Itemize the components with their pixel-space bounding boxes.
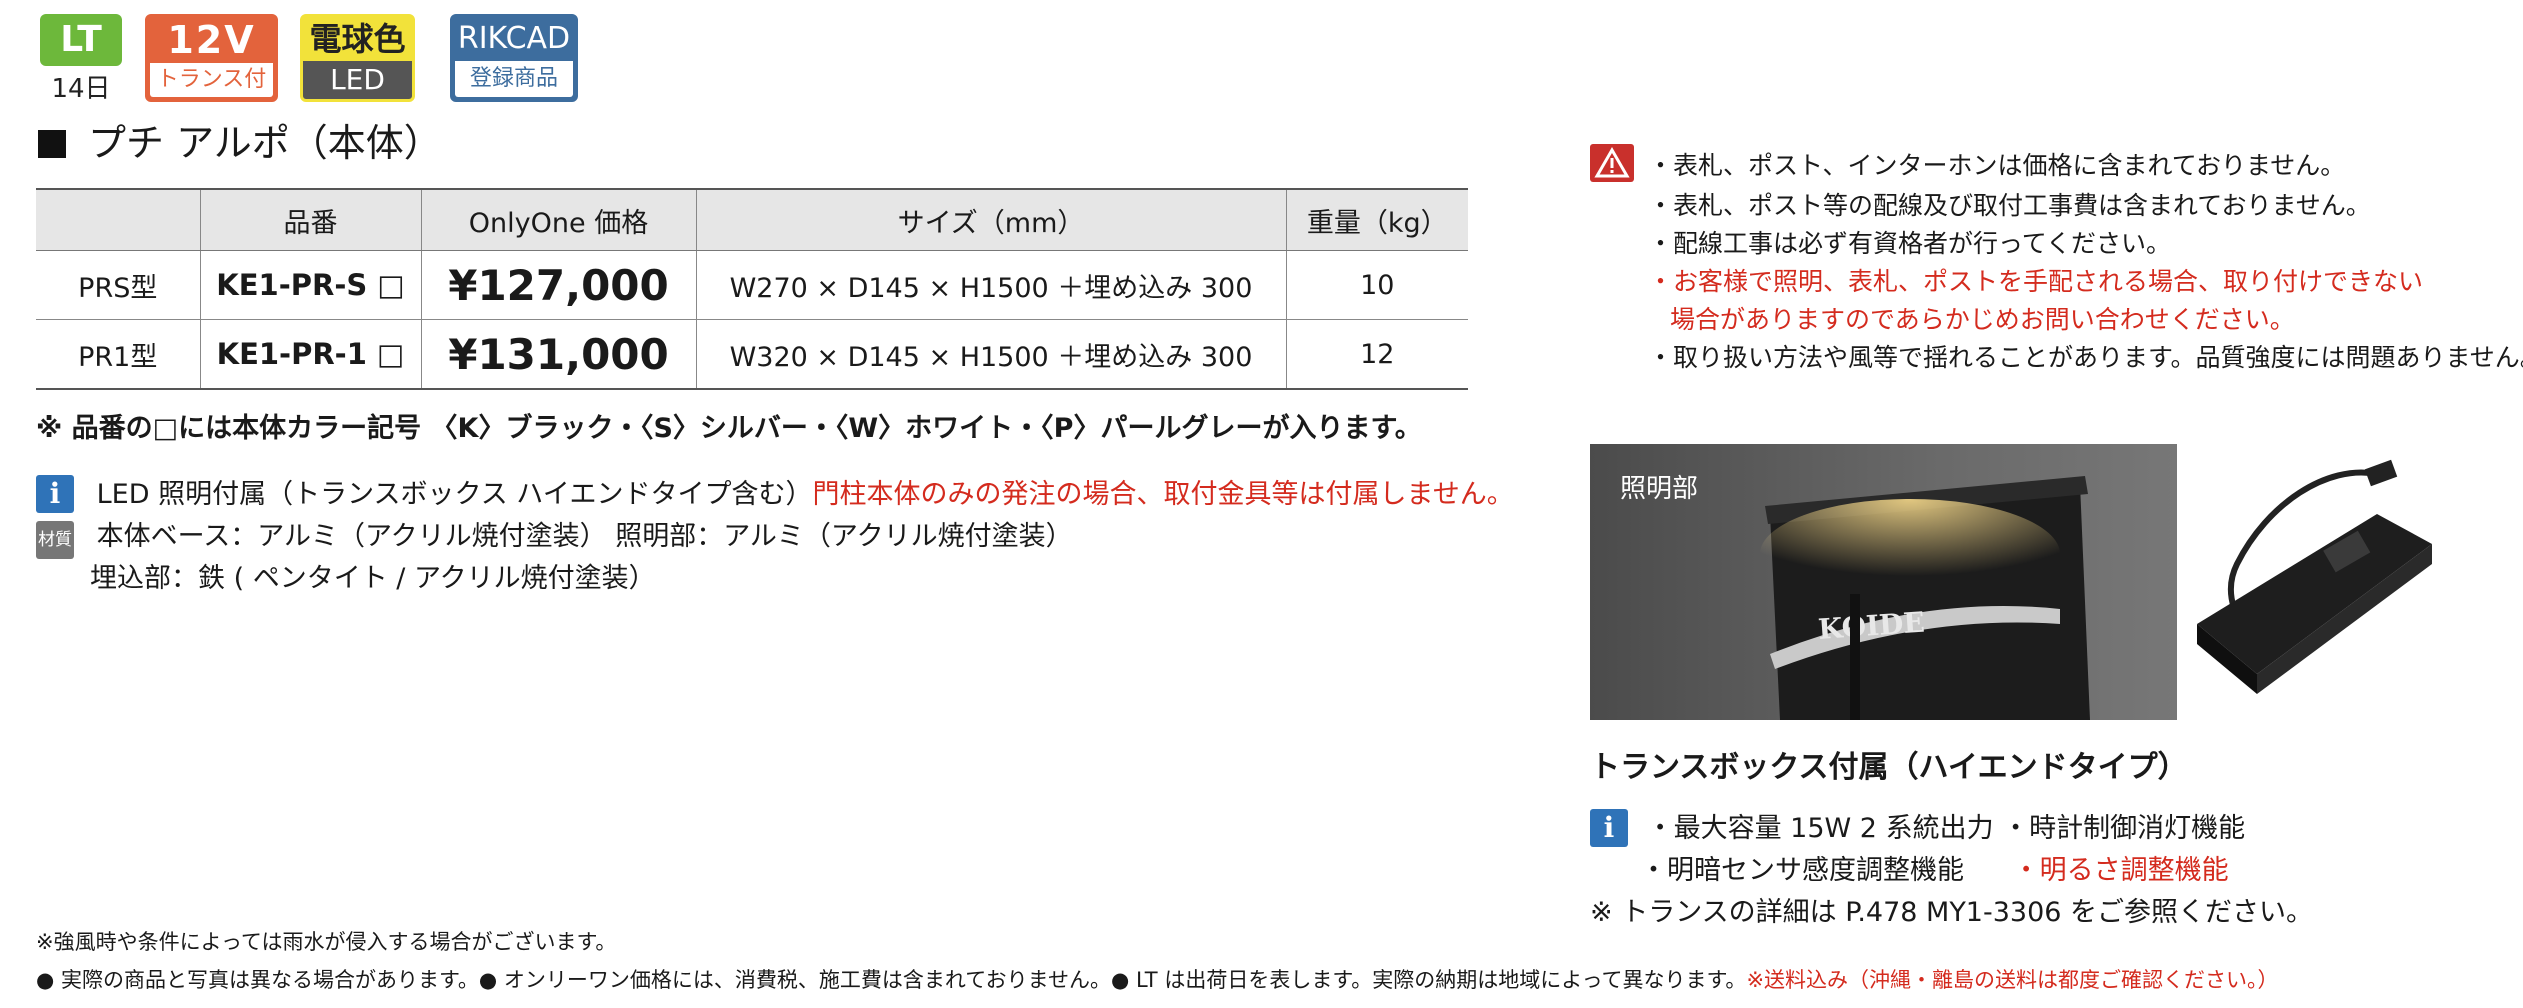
header-price: OnlyOne 価格: [420, 188, 696, 251]
header-type: [36, 188, 200, 251]
rikcad-badge: RIKCAD 登録商品: [450, 14, 578, 102]
rikcad-label: RIKCAD: [457, 21, 571, 56]
material-icon: 材質: [36, 521, 74, 559]
caution-icon: [1590, 144, 1634, 186]
transbox-spec-2: ・明暗センサ感度調整機能: [1640, 855, 1964, 886]
bulb-color-label: 電球色: [303, 17, 412, 61]
cell-weight: 10: [1285, 250, 1468, 320]
led-info-text: LED 照明付属（トランスボックス ハイエンドタイプ含む）: [96, 479, 813, 510]
photo-label: 照明部: [1620, 474, 1699, 504]
table-row: PRS型 KE1-PR-S □ ¥127,000 W270 × D145 × H…: [36, 250, 1468, 320]
material-text-1: 本体ベース：アルミ（アクリル焼付塗装） 照明部：アルミ（アクリル焼付塗装）: [96, 521, 1073, 552]
table-header-row: 品番 OnlyOne 価格 サイズ（mm） 重量（kg）: [36, 188, 1468, 251]
cell-price: ¥131,000: [420, 319, 696, 390]
led-label: LED: [330, 63, 385, 96]
cell-type: PRS型: [36, 250, 200, 320]
cell-code: KE1-PR-S □: [199, 250, 421, 320]
transbox-reference: ※ トランスの詳細は P.478 MY1-3306 をご参照ください。: [1590, 897, 2314, 928]
caution-warning-2: 場合がありますのであらかじめお問い合わせください。: [1670, 305, 2295, 334]
header-size: サイズ（mm）: [695, 188, 1286, 251]
cell-code: KE1-PR-1 □: [199, 319, 421, 390]
title-square-icon: [38, 130, 66, 158]
header-weight: 重量（kg）: [1285, 188, 1468, 251]
cell-price: ¥127,000: [420, 250, 696, 320]
led-warning-text: 門柱本体のみの発注の場合、取付金具等は付属しません。: [812, 479, 1514, 510]
lead-time-badge: LT: [40, 14, 122, 66]
cell-weight: 12: [1285, 319, 1468, 390]
transbox-line-2: ・明暗センサ感度調整機能 ・明るさ調整機能: [1640, 848, 2229, 887]
footer-main-text: ● 実際の商品と写真は異なる場合があります。● オンリーワン価格には、消費税、施…: [36, 968, 1747, 992]
caution-item: ・表札、ポスト等の配線及び取付工事費は含まれておりません。: [1648, 191, 2371, 220]
transformer-label: トランス付: [150, 63, 273, 97]
caution-item: ・表札、ポスト、インターホンは価格に含まれておりません。: [1648, 151, 2346, 180]
cell-type: PR1型: [36, 319, 200, 390]
spec-table: 品番 OnlyOne 価格 サイズ（mm） 重量（kg） PRS型 KE1-PR…: [36, 188, 1468, 390]
table-row: PR1型 KE1-PR-1 □ ¥131,000 W320 × D145 × H…: [36, 319, 1468, 390]
info-icon: i: [36, 475, 74, 513]
transbox-spec-1: ・最大容量 15W 2 系統出力 ・時計制御消灯機能: [1646, 813, 2246, 844]
caution-item: ・配線工事は必ず有資格者が行ってください。: [1648, 229, 2172, 258]
footer-shipping-text: ※送料込み（沖縄・離島の送料は都度ご確認ください。）: [1746, 968, 2279, 992]
led-info-line: i LED 照明付属（トランスボックス ハイエンドタイプ含む）門柱本体のみの発注…: [36, 472, 1514, 513]
lead-time-days: 14日: [51, 74, 111, 104]
transbox-spec-3: ・明るさ調整機能: [2012, 855, 2229, 886]
voltage-badge: 12V トランス付: [145, 14, 278, 102]
voltage-label: 12V: [167, 18, 256, 62]
info-icon: i: [1590, 809, 1628, 847]
transbox-photo: [2177, 444, 2447, 720]
transbox-heading: トランスボックス付属（ハイエンドタイプ）: [1590, 750, 2188, 785]
product-title: プチ アルポ（本体）: [38, 112, 442, 167]
footer-note: ● 実際の商品と写真は異なる場合があります。● オンリーワン価格には、消費税、施…: [36, 964, 2279, 994]
transbox-line-1: i ・最大容量 15W 2 系統出力 ・時計制御消灯機能: [1590, 806, 2245, 847]
cell-size: W270 × D145 × H1500 ＋埋め込み 300: [695, 250, 1286, 320]
material-line-1: 材質 本体ベース：アルミ（アクリル焼付塗装） 照明部：アルミ（アクリル焼付塗装）: [36, 514, 1073, 559]
bulb-color-badge: 電球色 LED: [300, 14, 415, 102]
registered-label: 登録商品: [455, 61, 573, 97]
material-text-2: 埋込部：鉄 ( ペンタイト / アクリル焼付塗装）: [90, 563, 656, 594]
caution-warning-1: ・お客様で照明、表札、ポストを手配される場合、取り付けできない: [1648, 267, 2424, 296]
color-code-note: ※ 品番の□には本体カラー記号 〈K〉ブラック・〈S〉シルバー・〈W〉ホワイト・…: [36, 413, 1422, 444]
caution-item-last: ・取り扱い方法や風等で揺れることがあります。品質強度には問題ありません。: [1648, 343, 2523, 372]
header-code: 品番: [199, 188, 421, 251]
cell-size: W320 × D145 × H1500 ＋埋め込み 300: [695, 319, 1286, 390]
rain-note: ※強風時や条件によっては雨水が侵入する場合がございます。: [36, 930, 617, 954]
